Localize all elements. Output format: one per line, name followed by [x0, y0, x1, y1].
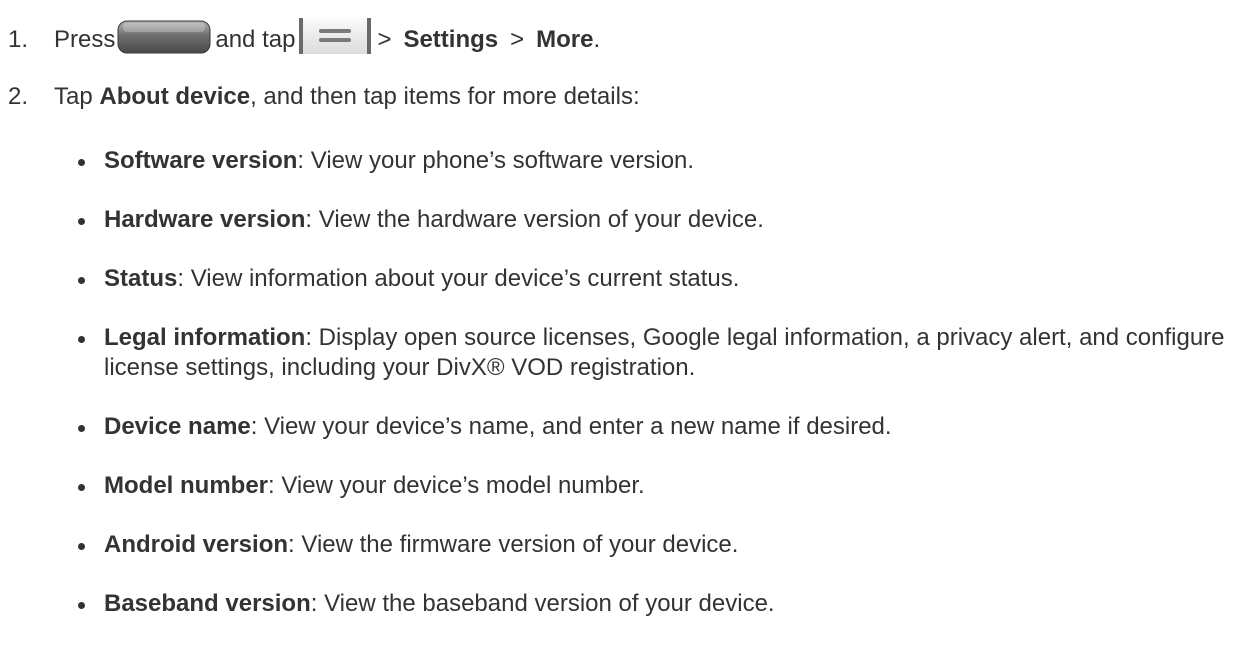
step-1: 1. Press and tap > Settings > More . [8, 18, 601, 58]
item-description: : View your phone’s software version. [297, 147, 695, 174]
bullet-icon [78, 543, 85, 550]
item-description: : View your device’s name, and enter a n… [250, 413, 892, 440]
menu-key-icon [299, 18, 372, 54]
step-number: 2. [8, 83, 29, 110]
press-text: Press [54, 26, 116, 53]
list-item: Device name: View your device’s name, an… [78, 412, 1246, 442]
item-description: : View the baseband version of your devi… [310, 590, 775, 617]
step-2-rest-text: , and then tap items for more details: [250, 83, 640, 110]
more-label: More [536, 26, 594, 53]
item-term: Device name [104, 413, 251, 440]
item-description: : View information about your device’s c… [177, 265, 740, 292]
gt-separator: > [510, 26, 525, 53]
list-item: Android version: View the firmware versi… [78, 530, 1246, 560]
item-term: Software version [104, 147, 298, 174]
bullet-icon [78, 277, 85, 284]
bullet-icon [78, 218, 85, 225]
end-punctuation: . [593, 26, 601, 53]
item-description: : View the firmware version of your devi… [288, 531, 739, 558]
about-device-label: About device [99, 83, 251, 110]
step-2: 2. Tap About device, and then tap items … [8, 82, 640, 112]
home-key-icon [117, 20, 211, 54]
item-term: Model number [104, 472, 269, 499]
tap-text: Tap [54, 83, 93, 110]
about-device-items-list: Software version: View your phone’s soft… [78, 146, 1246, 648]
item-description: : View your device’s model number. [268, 472, 645, 499]
item-term: Status [104, 265, 178, 292]
list-item: Hardware version: View the hardware vers… [78, 205, 1246, 235]
step-number: 1. [8, 26, 29, 53]
settings-label: Settings [403, 26, 499, 53]
and-tap-text: and tap [215, 26, 296, 53]
list-item: Legal information: Display open source l… [78, 323, 1246, 383]
item-term: Baseband version [104, 590, 311, 617]
bullet-icon [78, 336, 85, 343]
list-item: Software version: View your phone’s soft… [78, 146, 1246, 176]
item-term: Android version [104, 531, 289, 558]
bullet-icon [78, 425, 85, 432]
list-item: Model number: View your device’s model n… [78, 471, 1246, 501]
list-item: Status: View information about your devi… [78, 264, 1246, 294]
item-term: Hardware version [104, 206, 306, 233]
bullet-icon [78, 484, 85, 491]
bullet-icon [78, 602, 85, 609]
gt-separator: > [377, 26, 392, 53]
list-item: Baseband version: View the baseband vers… [78, 589, 1246, 619]
bullet-icon [78, 159, 85, 166]
item-description: : View the hardware version of your devi… [305, 206, 764, 233]
item-term: Legal information [104, 324, 306, 351]
